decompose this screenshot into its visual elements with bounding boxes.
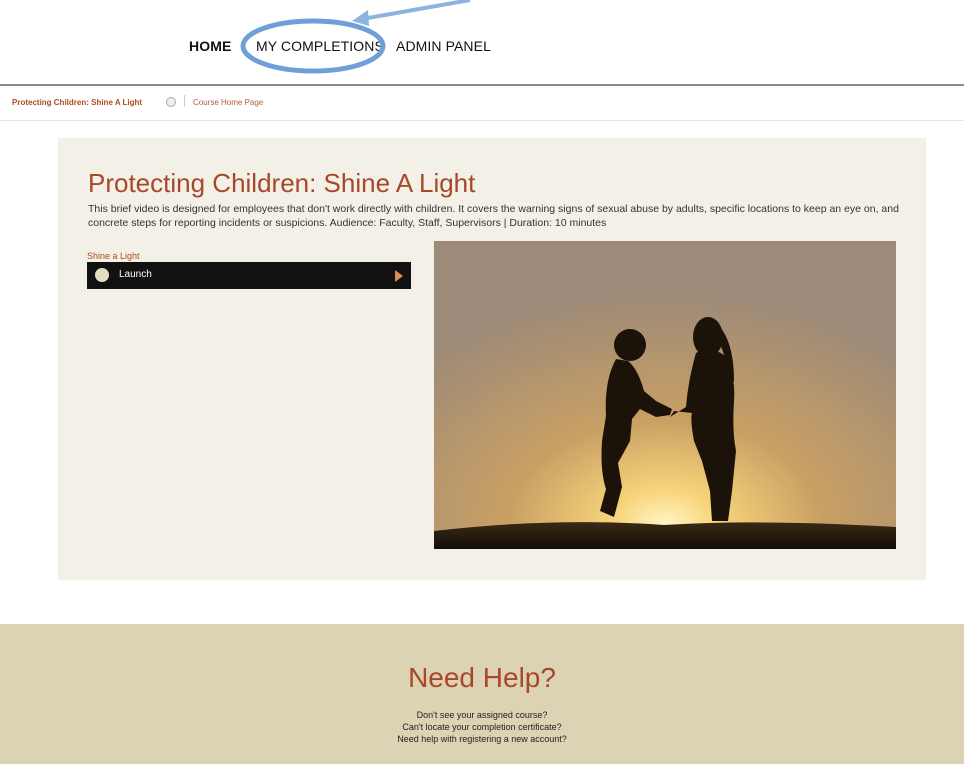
course-title: Protecting Children: Shine A Light <box>88 168 476 198</box>
course-description: This brief video is designed for employe… <box>88 203 899 229</box>
launch-label: Launch <box>119 269 152 280</box>
info-icon[interactable] <box>166 97 176 107</box>
nav-home-link[interactable]: HOME <box>189 38 231 54</box>
breadcrumb: Protecting Children: Shine A Light Cours… <box>0 86 964 121</box>
launch-button[interactable]: Launch <box>87 262 411 289</box>
play-arrow-icon <box>395 270 403 282</box>
course-panel: Protecting Children: Shine A Light This … <box>58 138 926 580</box>
top-navigation: HOME MY COMPLETIONS ADMIN PANEL <box>0 0 964 86</box>
status-circle-icon <box>95 268 109 282</box>
nav-my-completions-link[interactable]: MY COMPLETIONS <box>256 38 384 54</box>
help-line-certificate[interactable]: Can't locate your completion certificate… <box>0 722 964 732</box>
breadcrumb-course-home-link[interactable]: Course Home Page <box>193 98 263 107</box>
breadcrumb-course-link[interactable]: Protecting Children: Shine A Light <box>12 98 142 107</box>
breadcrumb-divider <box>184 95 185 107</box>
help-section: Need Help? Don't see your assigned cours… <box>0 624 964 764</box>
help-line-assigned-course[interactable]: Don't see your assigned course? <box>0 710 964 720</box>
help-title: Need Help? <box>408 662 556 693</box>
module-label: Shine a Light <box>87 251 140 261</box>
nav-admin-panel-link[interactable]: ADMIN PANEL <box>396 38 491 54</box>
help-line-registration[interactable]: Need help with registering a new account… <box>0 734 964 744</box>
course-hero-image <box>434 241 896 549</box>
